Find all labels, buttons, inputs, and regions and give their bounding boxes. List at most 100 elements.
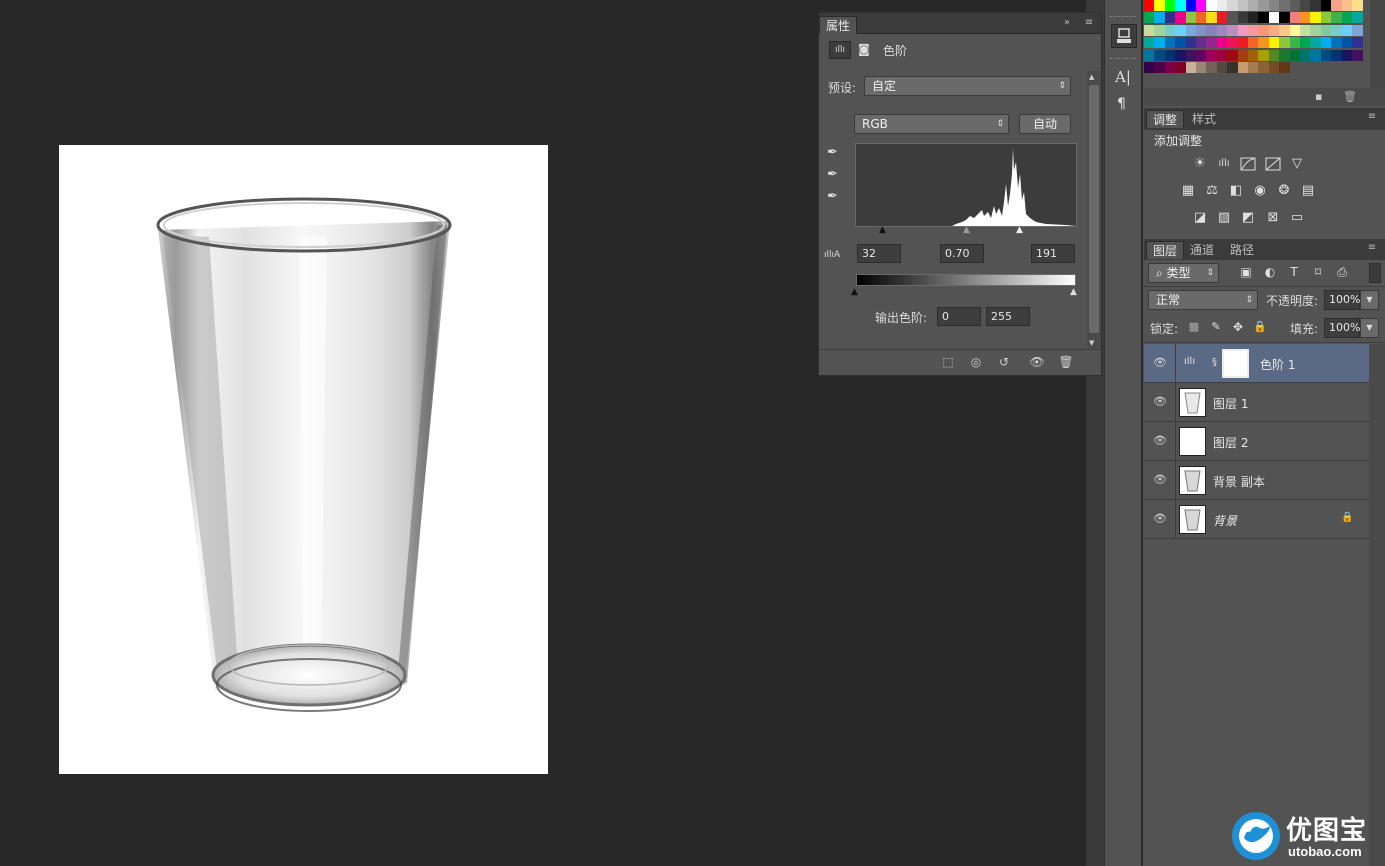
filter-shape-icon[interactable]: ⌑ (1310, 265, 1326, 279)
layer-thumb-white[interactable] (1179, 427, 1206, 456)
selective-color-icon[interactable]: ⊠ (1265, 211, 1281, 225)
color-swatch[interactable] (1248, 37, 1259, 49)
color-swatch[interactable] (1320, 12, 1332, 24)
color-swatch[interactable] (1310, 0, 1322, 11)
new-swatch-icon[interactable]: ▪ (1315, 90, 1322, 103)
color-swatch[interactable] (1227, 37, 1239, 49)
color-swatch[interactable] (1206, 12, 1218, 24)
document-canvas[interactable] (59, 145, 548, 774)
output-white-slider[interactable]: ▲ (1070, 287, 1077, 297)
color-swatch[interactable] (1289, 49, 1301, 61)
color-swatch[interactable] (1227, 12, 1239, 24)
color-swatch[interactable] (1248, 62, 1259, 73)
color-swatch[interactable] (1289, 37, 1301, 49)
color-swatch[interactable] (1352, 0, 1363, 11)
color-swatch[interactable] (1144, 62, 1155, 73)
color-swatch[interactable] (1216, 49, 1228, 61)
color-balance-icon[interactable]: ⚖ (1204, 184, 1220, 198)
color-swatch[interactable] (1164, 62, 1176, 73)
color-swatch[interactable] (1185, 62, 1197, 73)
scroll-thumb[interactable] (1089, 85, 1099, 333)
layers-scrollbar[interactable] (1369, 344, 1385, 866)
color-lookup-icon[interactable]: ▤ (1300, 184, 1316, 198)
input-white-field[interactable]: 191 (1031, 244, 1075, 263)
swatches-grid[interactable] (1144, 0, 1364, 76)
color-swatch[interactable] (1320, 49, 1332, 61)
color-swatch[interactable] (1185, 37, 1197, 49)
color-swatch[interactable] (1175, 49, 1187, 61)
input-black-slider[interactable]: ▲ (879, 225, 886, 235)
filter-adjustment-icon[interactable]: ◐ (1262, 265, 1278, 279)
color-swatch[interactable] (1196, 62, 1207, 73)
exposure-icon[interactable] (1265, 157, 1281, 171)
color-swatch[interactable] (1268, 49, 1280, 61)
color-swatch[interactable] (1310, 37, 1322, 49)
color-swatch[interactable] (1185, 12, 1197, 24)
eye-icon[interactable]: 👁 (1153, 356, 1167, 370)
lock-image-icon[interactable]: ✎ (1208, 320, 1224, 334)
output-white-field[interactable]: 255 (986, 307, 1030, 326)
color-swatch[interactable] (1341, 12, 1353, 24)
color-swatch[interactable] (1248, 12, 1259, 24)
color-swatch[interactable] (1227, 62, 1239, 73)
color-swatch[interactable] (1154, 37, 1166, 49)
color-swatch[interactable] (1258, 0, 1270, 11)
brightness-icon[interactable]: ☀ (1192, 157, 1208, 171)
color-swatch[interactable] (1164, 24, 1176, 36)
color-swatch[interactable] (1279, 24, 1291, 36)
invert-icon[interactable]: ◪ (1192, 211, 1208, 225)
color-swatch[interactable] (1300, 12, 1311, 24)
fill-slider-button[interactable]: ▼ (1360, 318, 1379, 338)
color-swatch[interactable] (1196, 37, 1207, 49)
color-swatch[interactable] (1268, 62, 1280, 73)
scroll-up-icon[interactable]: ▲ (1089, 73, 1094, 81)
opacity-input[interactable]: 100% (1324, 290, 1360, 310)
color-swatch[interactable] (1248, 49, 1259, 61)
color-swatch[interactable] (1300, 0, 1311, 11)
color-swatch[interactable] (1216, 0, 1228, 11)
input-gamma-slider[interactable]: ▲ (963, 225, 970, 235)
color-swatch[interactable] (1237, 49, 1249, 61)
color-swatch[interactable] (1320, 24, 1332, 36)
panel-menu-icon[interactable]: ≡ (1083, 17, 1095, 29)
color-swatch[interactable] (1331, 12, 1343, 24)
color-swatch[interactable] (1320, 0, 1332, 11)
scroll-down-icon[interactable]: ▼ (1089, 339, 1094, 347)
color-swatch[interactable] (1154, 0, 1166, 11)
color-swatch[interactable] (1196, 24, 1207, 36)
color-swatch[interactable] (1206, 49, 1218, 61)
color-swatch[interactable] (1237, 12, 1249, 24)
panel-menu-icon[interactable]: ≡ (1366, 242, 1378, 254)
color-swatch[interactable] (1164, 49, 1176, 61)
color-swatch[interactable] (1279, 62, 1291, 73)
eyedropper-black-icon[interactable]: ✒ (827, 145, 838, 160)
color-swatch[interactable] (1185, 49, 1197, 61)
layer-row-levels[interactable]: 👁 ıllı § 色阶 1 (1144, 344, 1369, 383)
color-swatch[interactable] (1175, 37, 1187, 49)
color-swatch[interactable] (1352, 37, 1363, 49)
color-swatch[interactable] (1206, 37, 1218, 49)
color-swatch[interactable] (1331, 37, 1343, 49)
color-swatch[interactable] (1300, 49, 1311, 61)
color-swatch[interactable] (1216, 37, 1228, 49)
color-swatch[interactable] (1237, 24, 1249, 36)
threshold-icon[interactable]: ◩ (1240, 211, 1256, 225)
character-panel-icon[interactable]: A| (1115, 68, 1135, 88)
color-swatch[interactable] (1331, 24, 1343, 36)
levels-icon[interactable]: ıllı (829, 41, 851, 59)
output-black-slider[interactable]: ▲ (851, 287, 858, 297)
color-swatch[interactable] (1144, 24, 1155, 36)
layer-row-background[interactable]: 👁 背景 🔒 (1144, 500, 1369, 539)
panel-menu-icon[interactable]: ≡ (1366, 111, 1378, 123)
color-swatch[interactable] (1248, 24, 1259, 36)
color-swatch[interactable] (1175, 62, 1187, 73)
color-swatch[interactable] (1164, 37, 1176, 49)
color-swatch[interactable] (1216, 24, 1228, 36)
color-swatch[interactable] (1237, 62, 1249, 73)
tab-paths[interactable]: 路径 (1224, 241, 1260, 259)
color-swatch[interactable] (1144, 49, 1155, 61)
color-swatch[interactable] (1196, 49, 1207, 61)
output-black-field[interactable]: 0 (937, 307, 981, 326)
color-swatch[interactable] (1279, 37, 1291, 49)
color-swatch[interactable] (1258, 24, 1270, 36)
